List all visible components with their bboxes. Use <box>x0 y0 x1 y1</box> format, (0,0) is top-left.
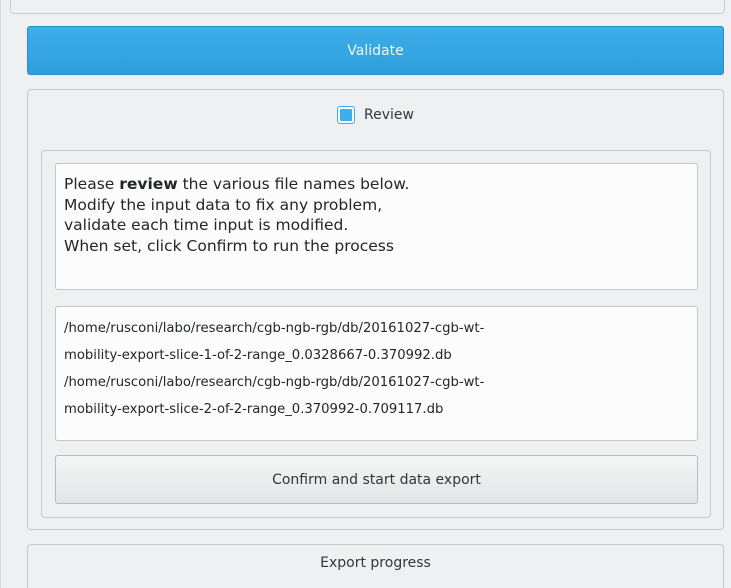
instruction-line-4: When set, click Confirm to run the proce… <box>64 236 394 255</box>
export-dialog: Validate Review Please review the variou… <box>0 0 731 588</box>
instruction-bold-review: review <box>119 175 178 193</box>
file-line: /home/rusconi/labo/research/cgb-ngb-rgb/… <box>64 321 485 336</box>
window-edge <box>0 0 1 588</box>
confirm-export-button-label: Confirm and start data export <box>272 471 481 488</box>
review-checkbox[interactable] <box>337 106 356 124</box>
validate-button[interactable]: Validate <box>27 26 724 75</box>
review-inner-group: Please review the various file names bel… <box>41 150 711 518</box>
export-progress-group: Export progress <box>27 544 724 588</box>
file-names-textarea[interactable]: /home/rusconi/labo/research/cgb-ngb-rgb/… <box>55 306 698 441</box>
instruction-line-2: Modify the input data to fix any problem… <box>64 195 383 214</box>
review-instructions: Please review the various file names bel… <box>55 163 698 290</box>
export-progress-title: Export progress <box>320 555 431 571</box>
checkbox-checked-indicator <box>340 109 353 121</box>
review-checkbox-label: Review <box>364 107 414 123</box>
top-panel <box>10 0 725 14</box>
instruction-prefix: Please <box>64 175 120 193</box>
instruction-line-1-suffix: the various file names below. <box>177 175 410 193</box>
file-line: mobility-export-slice-1-of-2-range_0.032… <box>64 348 452 363</box>
validate-button-label: Validate <box>347 42 404 59</box>
file-line: /home/rusconi/labo/research/cgb-ngb-rgb/… <box>64 375 485 390</box>
instruction-line-1: Please review the various file names bel… <box>64 174 689 195</box>
confirm-export-button[interactable]: Confirm and start data export <box>55 455 698 504</box>
review-checkbox-row[interactable]: Review <box>28 104 723 126</box>
instruction-line-3: validate each time input is modified. <box>64 216 349 234</box>
review-group: Review Please review the various file na… <box>27 89 724 530</box>
file-line: mobility-export-slice-2-of-2-range_0.370… <box>64 402 444 417</box>
